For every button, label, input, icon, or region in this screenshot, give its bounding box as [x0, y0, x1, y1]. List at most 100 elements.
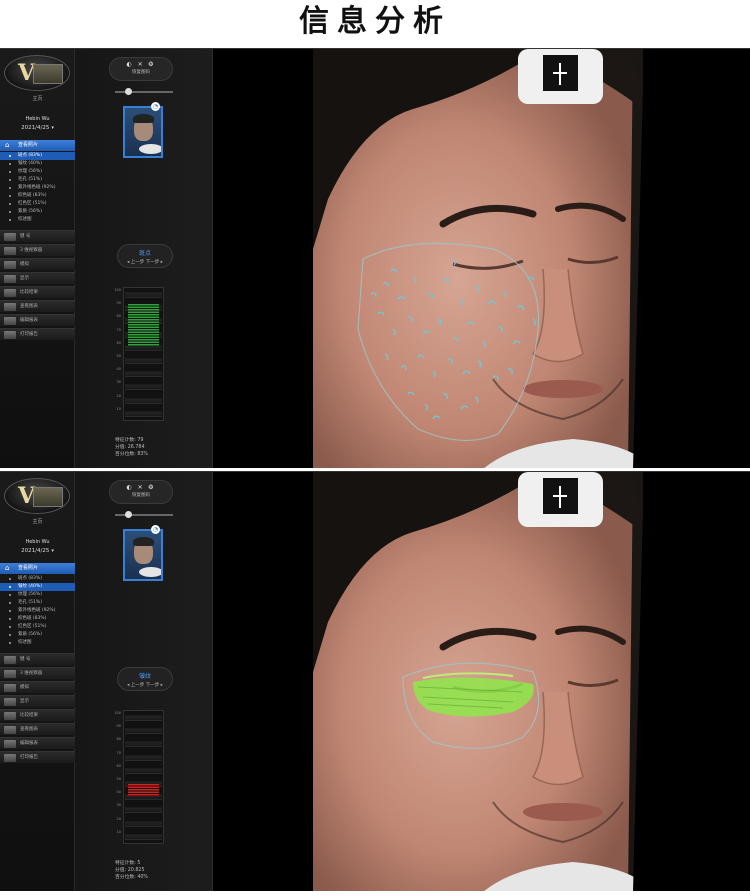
sidebar-section[interactable]: 打印报告 — [0, 328, 75, 340]
gauge-band — [125, 767, 162, 774]
sidebar-section[interactable]: 3 维视察器 — [0, 667, 75, 679]
face-photo-wrinkles[interactable] — [213, 472, 750, 891]
bullet-icon — [9, 626, 11, 628]
control-panel: ◐ ✕ ❂ 恢复图码 ◔ 皱纹 ◂ 上一步 下一步 ▸ 100 90 80 70 60 5… — [75, 472, 213, 891]
gauge-tick-label: 40 — [116, 367, 121, 372]
analysis-stats: 特征计数: 79 分值: 26.784 百分位数: 83% — [115, 437, 205, 458]
sidebar-sections: 健 号 3 维视察器 模拟显示比较结果查看图表编辑报表打印报告 — [0, 651, 75, 763]
gauge-scale: 100 90 80 70 60 50 40 30 20 10 — [111, 710, 121, 844]
analysis-item-label: 棕色斑 (83%) — [18, 193, 47, 198]
analysis-item-label: 皱纹 (40%) — [18, 584, 42, 589]
gauge-band — [125, 820, 162, 827]
menu-header-label: 查看照片 — [18, 565, 39, 571]
sidebar-section-label: 编辑报表 — [20, 318, 38, 323]
zoom-slider-handle[interactable] — [125, 511, 132, 518]
sidebar-section[interactable]: 显示 — [0, 272, 75, 284]
date-value: 2021/4/25 — [21, 125, 50, 131]
sidebar-section[interactable]: 查看图表 — [0, 300, 75, 312]
sidebar-section[interactable]: 健 号 — [0, 653, 75, 665]
zoom-slider-track[interactable] — [115, 91, 173, 93]
analysis-item[interactable]: 红色区 (51%) — [0, 623, 75, 631]
date-selector[interactable]: 2021/4/25 ▾ — [0, 548, 75, 554]
gauge-band — [125, 754, 162, 761]
analysis-item[interactable]: 紫外线色斑 (92%) — [0, 607, 75, 615]
gauge-tick-label: 100 — [114, 711, 121, 715]
menu-header-view-photos[interactable]: ⌂ 查看照片 — [0, 563, 75, 574]
menu-header-view-photos[interactable]: ⌂ 查看照片 — [0, 140, 75, 151]
sidebar-section[interactable]: 健 号 — [0, 230, 75, 242]
section-thumbnail-icon — [4, 289, 16, 297]
thumbnail-hair — [133, 537, 154, 546]
chevron-down-icon: ▾ — [51, 548, 54, 554]
analysis-item[interactable]: 纹理 (56%) — [0, 591, 75, 599]
feature-navigator[interactable]: 斑点 ◂ 上一步 下一步 ▸ — [117, 244, 173, 268]
analysis-item[interactable]: 紫质 (56%) — [0, 208, 75, 216]
home-label[interactable]: 主页 — [0, 95, 75, 102]
user-name: Hebin Wu — [25, 116, 50, 122]
percentile-gauge — [123, 710, 164, 844]
analysis-item[interactable]: 皱纹 (40%) — [0, 160, 75, 168]
face-thumbnail[interactable] — [123, 529, 163, 581]
section-thumbnail-icon — [4, 275, 16, 283]
gauge-band — [125, 358, 162, 364]
analysis-item[interactable]: 综述图 — [0, 639, 75, 647]
reset-image-button[interactable]: ◐ ✕ ❂ 恢复图码 — [109, 480, 173, 504]
thumbnail-badge-icon[interactable]: ◔ — [151, 525, 160, 534]
analysis-item-label: 紫质 (56%) — [18, 209, 42, 214]
analysis-item[interactable]: 纹理 (56%) — [0, 168, 75, 176]
prev-next-buttons[interactable]: ◂ 上一步 下一步 ▸ — [118, 682, 172, 688]
sidebar-section[interactable]: 编辑报表 — [0, 737, 75, 749]
app-logo[interactable]: V — [4, 55, 70, 91]
analysis-item-label: 综述图 — [18, 640, 32, 645]
sidebar-section[interactable]: 编辑报表 — [0, 314, 75, 326]
analysis-item[interactable]: 棕色斑 (83%) — [0, 192, 75, 200]
thumbnail-badge-icon[interactable]: ◔ — [151, 102, 160, 111]
gauge-tick-label: 50 — [116, 354, 121, 358]
face-thumbnail[interactable] — [123, 106, 163, 158]
gauge-tick-label: 50 — [116, 777, 121, 781]
analysis-item[interactable]: 综述图 — [0, 216, 75, 224]
sidebar-section[interactable]: 比较结果 — [0, 286, 75, 298]
gauge-band — [125, 807, 162, 814]
sidebar-section[interactable]: 查看图表 — [0, 723, 75, 735]
sidebar-section[interactable]: 3 维视察器 — [0, 244, 75, 256]
analysis-item[interactable]: 毛孔 (51%) — [0, 176, 75, 184]
control-panel: ◐ ✕ ❂ 恢复图码 ◔ 斑点 ◂ 上一步 下一步 ▸ 100 90 80 70 60 5… — [75, 49, 213, 468]
analysis-item[interactable]: 红色区 (51%) — [0, 200, 75, 208]
section-thumbnail-icon — [4, 303, 16, 311]
section-thumbnail-icon — [4, 233, 16, 241]
bullet-icon — [9, 618, 11, 620]
sidebar-section[interactable]: 打印报告 — [0, 751, 75, 763]
gauge-tick-label: 60 — [116, 763, 121, 768]
analysis-item[interactable]: 斑点 (83%) — [0, 575, 75, 583]
sidebar: V 主页 Hebin Wu 2021/4/25 ▾ ⌂ 查看照片 斑点 (83%) 皱… — [0, 472, 75, 891]
sidebar-section[interactable]: 显示 — [0, 695, 75, 707]
analysis-list: 斑点 (83%) 皱纹 (40%) 纹理 (56%) 毛孔 (51%) 紫外线色斑 (9… — [0, 152, 75, 224]
zoom-slider-handle[interactable] — [125, 88, 132, 95]
analysis-item[interactable]: 毛孔 (51%) — [0, 599, 75, 607]
section-thumbnail-icon — [4, 656, 16, 664]
zoom-slider-track[interactable] — [115, 514, 173, 516]
sidebar-section-label: 比较结果 — [20, 290, 38, 295]
analysis-item-label: 毛孔 (51%) — [18, 177, 42, 182]
sidebar-section[interactable]: 模拟 — [0, 258, 75, 270]
feature-navigator[interactable]: 皱纹 ◂ 上一步 下一步 ▸ — [117, 667, 173, 691]
home-label[interactable]: 主页 — [0, 518, 75, 525]
prev-next-buttons[interactable]: ◂ 上一步 下一步 ▸ — [118, 259, 172, 265]
analysis-item[interactable]: 斑点 (83%) — [0, 152, 75, 160]
date-value: 2021/4/25 — [21, 548, 50, 554]
gauge-band — [125, 741, 162, 748]
face-photo-spots[interactable] — [213, 49, 750, 468]
reset-image-label: 恢复图码 — [132, 493, 150, 498]
analysis-item[interactable]: 皱纹 (40%) — [0, 583, 75, 591]
analysis-item[interactable]: 棕色斑 (83%) — [0, 615, 75, 623]
analysis-item[interactable]: 紫质 (56%) — [0, 631, 75, 639]
app-logo[interactable]: V — [4, 478, 70, 514]
reset-image-button[interactable]: ◐ ✕ ❂ 恢复图码 — [109, 57, 173, 81]
date-selector[interactable]: 2021/4/25 ▾ — [0, 125, 75, 131]
sidebar-section[interactable]: 模拟 — [0, 681, 75, 693]
section-thumbnail-icon — [4, 726, 16, 734]
sidebar-section[interactable]: 比较结果 — [0, 709, 75, 721]
analysis-item[interactable]: 紫外线色斑 (92%) — [0, 184, 75, 192]
thumbnail-chinrest — [139, 567, 161, 577]
